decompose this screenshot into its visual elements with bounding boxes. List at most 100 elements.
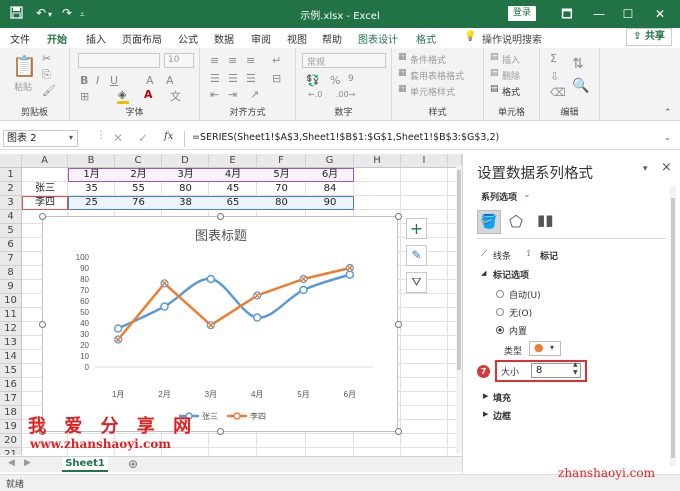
merge-icon[interactable]: ⊟	[272, 72, 281, 85]
share-button[interactable]: ⇪ 共享	[626, 28, 672, 46]
row-header[interactable]: 12	[0, 322, 22, 336]
format-cells-icon[interactable]: ▤	[490, 84, 499, 94]
row-header[interactable]: 3	[0, 196, 22, 210]
tell-me-search[interactable]: 操作说明搜索	[482, 31, 542, 46]
cell-b3[interactable]: 25	[68, 196, 115, 210]
pane-close-icon[interactable]: ×	[661, 160, 672, 175]
row-header[interactable]: 2	[0, 182, 22, 196]
tab-data[interactable]: 数据	[214, 31, 234, 46]
fill-line-icon[interactable]: 🪣	[477, 210, 501, 234]
row-header[interactable]: 17	[0, 392, 22, 406]
col-header-d[interactable]: D	[162, 154, 209, 168]
pane-scrollbar[interactable]	[670, 186, 676, 466]
percent-style-icon[interactable]: %	[330, 74, 340, 87]
col-header-g[interactable]: G	[306, 154, 354, 168]
cell-f1[interactable]: 5月	[257, 168, 306, 182]
find-select-icon[interactable]: 🔍	[572, 78, 589, 94]
series-options-icon[interactable]: ▮▮	[537, 211, 554, 229]
align-bottom-icon[interactable]: ≡	[246, 54, 255, 67]
cell-c3[interactable]: 76	[115, 196, 162, 210]
row-header[interactable]: 20	[0, 434, 22, 448]
tab-chart-design[interactable]: 图表设计	[358, 31, 398, 46]
resize-handle[interactable]	[395, 428, 402, 435]
scroll-sheets-right-icon[interactable]: ▶	[24, 458, 31, 468]
tab-review[interactable]: 审阅	[251, 31, 271, 46]
radio-built-in-label[interactable]: 内置	[509, 324, 527, 337]
col-header-h[interactable]: H	[354, 154, 401, 168]
format-painter-icon[interactable]: 🖌	[42, 84, 56, 97]
resize-handle[interactable]	[39, 213, 46, 220]
increase-decimal-icon[interactable]: ←.0	[308, 90, 322, 99]
sheet-tab-sheet1[interactable]: Sheet1	[62, 457, 108, 472]
cancel-icon[interactable]: ✕	[113, 131, 123, 145]
phonetic-icon[interactable]: 文	[170, 88, 181, 104]
row-header[interactable]: 9	[0, 280, 22, 294]
cell-d2[interactable]: 80	[162, 182, 209, 196]
login-button[interactable]: 登录	[508, 6, 536, 21]
col-header-e[interactable]: E	[209, 154, 257, 168]
fill-expand-icon[interactable]: ▶	[483, 392, 488, 400]
collapse-ribbon-icon[interactable]: ⌃	[664, 108, 672, 118]
tab-formulas[interactable]: 公式	[178, 31, 198, 46]
cell-a2[interactable]: 张三	[22, 182, 68, 196]
marker-type-select[interactable]: ● ▾	[529, 341, 561, 356]
paste-label[interactable]: 粘贴	[14, 80, 32, 93]
tab-file[interactable]: 文件	[10, 31, 30, 46]
cell-e1[interactable]: 4月	[209, 168, 257, 182]
increase-indent-icon[interactable]: ⇥	[228, 88, 237, 101]
comma-style-icon[interactable]: 9	[348, 74, 354, 84]
row-header[interactable]: 7	[0, 252, 22, 266]
col-header-f[interactable]: F	[257, 154, 306, 168]
close-button[interactable]: ✕	[649, 4, 671, 24]
cell-f3[interactable]: 80	[257, 196, 306, 210]
marker-options-header[interactable]: 标记选项	[493, 268, 529, 281]
delete-cells-icon[interactable]: ▤	[490, 68, 499, 78]
border-section-label[interactable]: 边框	[493, 409, 511, 422]
cell-a3[interactable]: 李四	[22, 196, 68, 210]
cell-c2[interactable]: 55	[115, 182, 162, 196]
font-name-combo[interactable]	[78, 53, 160, 68]
resize-handle[interactable]	[217, 428, 224, 435]
chart-styles-button[interactable]: ✎	[406, 245, 427, 266]
size-down-icon[interactable]: ▼	[573, 369, 578, 376]
scrollbar-thumb[interactable]	[457, 170, 461, 370]
col-header-b[interactable]: B	[68, 154, 115, 168]
border-expand-icon[interactable]: ▶	[483, 410, 488, 418]
row-header[interactable]: 16	[0, 378, 22, 392]
cell-styles-icon[interactable]: ▦	[398, 84, 407, 94]
row-header[interactable]: 8	[0, 266, 22, 280]
select-all-corner[interactable]	[0, 154, 22, 168]
scroll-sheets-left-icon[interactable]: ◀	[8, 458, 15, 468]
resize-handle[interactable]	[217, 213, 224, 220]
font-color-icon[interactable]: A	[144, 88, 153, 101]
line-tab[interactable]: 线条	[493, 249, 511, 262]
cell-e2[interactable]: 45	[209, 182, 257, 196]
orientation-icon[interactable]: ↗	[250, 88, 259, 101]
col-header-i[interactable]: I	[401, 154, 448, 168]
cell-g1[interactable]: 6月	[306, 168, 354, 182]
insert-cells-label[interactable]: 插入	[502, 53, 520, 66]
clear-icon[interactable]: ⌫	[550, 86, 566, 99]
marker-tab[interactable]: 标记	[540, 249, 558, 262]
effects-icon[interactable]: ⬠	[509, 212, 523, 231]
chart[interactable]: 图表标题 0 10 20 30 40 50 60 70 80 90 100 1月 2月 3月 4月 5月 6月 张三…	[42, 216, 398, 432]
row-header[interactable]: 14	[0, 350, 22, 364]
align-center-icon[interactable]: ☰	[228, 72, 238, 85]
fill-section-label[interactable]: 填充	[493, 391, 511, 404]
conditional-format-icon[interactable]: ▦	[398, 52, 407, 62]
tab-help[interactable]: 帮助	[322, 31, 342, 46]
series-options-label[interactable]: 系列选项	[481, 190, 517, 203]
italic-icon[interactable]: I	[96, 74, 99, 87]
tab-page-layout[interactable]: 页面布局	[122, 31, 162, 46]
row-header[interactable]: 5	[0, 224, 22, 238]
align-left-icon[interactable]: ☰	[210, 72, 220, 85]
pane-scrollbar-thumb[interactable]	[671, 198, 675, 458]
number-format-combo[interactable]: 常规	[302, 53, 386, 68]
align-top-icon[interactable]: ≡	[210, 54, 219, 67]
row-header[interactable]: 1	[0, 168, 22, 182]
cell-g3[interactable]: 90	[306, 196, 354, 210]
fill-color-icon[interactable]: ◈	[118, 88, 126, 101]
marker-tab-icon[interactable]: ⟟	[527, 249, 530, 259]
enter-icon[interactable]: ✓	[138, 131, 148, 145]
size-up-icon[interactable]: ▲	[573, 361, 578, 368]
